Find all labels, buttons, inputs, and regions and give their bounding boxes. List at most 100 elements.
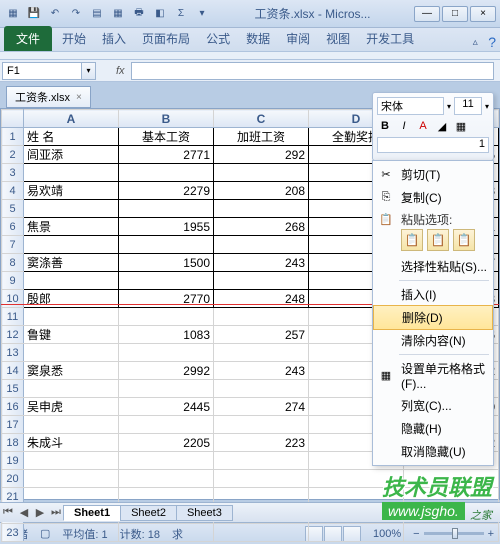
row-header[interactable]: 14 [2, 362, 24, 380]
cell[interactable]: 243 [214, 254, 309, 272]
menu-clear[interactable]: 清除内容(N) [373, 329, 493, 352]
cell[interactable] [24, 416, 119, 434]
menu-format-cells[interactable]: ▦ 设置单元格格式(F)... [373, 357, 493, 394]
sheet-nav-next-icon[interactable]: ▶ [32, 506, 48, 519]
cell[interactable] [119, 272, 214, 290]
cell[interactable] [119, 380, 214, 398]
help-icon[interactable]: ? [488, 34, 496, 50]
cell[interactable]: 焦景 [24, 218, 119, 236]
qat-btn[interactable]: ▦ [109, 5, 127, 23]
fill-color-icon[interactable]: ◢ [434, 118, 450, 134]
cell[interactable]: 闾亚添 [24, 146, 119, 164]
row-header[interactable]: 16 [2, 398, 24, 416]
cell[interactable]: 窦涤善 [24, 254, 119, 272]
cell[interactable]: 274 [214, 398, 309, 416]
cell[interactable]: 257 [214, 326, 309, 344]
font-size-select[interactable]: 11 [454, 97, 482, 115]
column-header[interactable]: C [214, 110, 309, 128]
qat-btn[interactable]: Σ [172, 5, 190, 23]
sheet-nav-last-icon[interactable]: ⏭ [48, 506, 64, 519]
paste-option-1[interactable]: 📋 [401, 229, 423, 251]
save-icon[interactable]: 💾 [25, 5, 43, 23]
row-header[interactable]: 15 [2, 380, 24, 398]
cell[interactable] [119, 344, 214, 362]
file-tab[interactable]: 文件 [4, 26, 52, 51]
menu-unhide[interactable]: 取消隐藏(U) [373, 440, 493, 463]
row-header[interactable]: 8 [2, 254, 24, 272]
cell[interactable]: 2279 [119, 182, 214, 200]
cell[interactable]: 2771 [119, 146, 214, 164]
cell[interactable] [119, 452, 214, 470]
sheet-tab-2[interactable]: Sheet2 [120, 505, 177, 521]
cell[interactable] [119, 164, 214, 182]
menu-insert[interactable]: 插入(I) [373, 283, 493, 306]
ribbon-minimize-icon[interactable]: ▵ [466, 33, 484, 51]
row-header[interactable]: 17 [2, 416, 24, 434]
cell[interactable] [119, 416, 214, 434]
cell[interactable]: 1955 [119, 218, 214, 236]
menu-paste-special[interactable]: 选择性粘贴(S)... [373, 255, 493, 278]
paste-option-2[interactable]: 📋 [427, 229, 449, 251]
row-header[interactable]: 18 [2, 434, 24, 452]
cell[interactable]: 1083 [119, 326, 214, 344]
cell[interactable]: 2992 [119, 362, 214, 380]
cell[interactable] [214, 200, 309, 218]
maximize-button[interactable]: □ [442, 6, 468, 22]
cell[interactable] [119, 200, 214, 218]
font-color-icon[interactable]: A [415, 118, 431, 134]
cell[interactable] [24, 524, 119, 542]
cell[interactable]: 姓 名 [24, 128, 119, 146]
cell[interactable]: 208 [214, 182, 309, 200]
row-header[interactable]: 23 [2, 524, 24, 542]
paste-option-3[interactable]: 📋 [453, 229, 475, 251]
cell[interactable] [214, 272, 309, 290]
cell[interactable] [214, 416, 309, 434]
row-header[interactable]: 1 [2, 128, 24, 146]
italic-button[interactable]: I [396, 118, 412, 134]
cell[interactable]: 2205 [119, 434, 214, 452]
tab-formulas[interactable]: 公式 [198, 26, 238, 51]
cell[interactable] [24, 344, 119, 362]
cell[interactable] [24, 164, 119, 182]
cell[interactable]: 加班工资 [214, 128, 309, 146]
row-header[interactable]: 5 [2, 200, 24, 218]
close-button[interactable]: × [470, 6, 496, 22]
cell[interactable] [214, 164, 309, 182]
sheet-tab-3[interactable]: Sheet3 [176, 505, 233, 521]
name-box-dropdown[interactable]: ▾ [82, 62, 96, 80]
cell[interactable]: 223 [214, 434, 309, 452]
cell[interactable] [214, 308, 309, 326]
row-header[interactable]: 4 [2, 182, 24, 200]
workbook-tab[interactable]: 工资条.xlsx × [6, 86, 91, 108]
chevron-down-icon[interactable]: ▾ [447, 102, 451, 111]
column-header[interactable]: A [24, 110, 119, 128]
cell[interactable]: 窦泉悉 [24, 362, 119, 380]
minimize-button[interactable]: — [414, 6, 440, 22]
cell[interactable]: 2445 [119, 398, 214, 416]
cell[interactable]: 292 [214, 146, 309, 164]
cell[interactable] [214, 380, 309, 398]
tab-insert[interactable]: 插入 [94, 26, 134, 51]
cell[interactable]: 268 [214, 218, 309, 236]
cell[interactable] [119, 470, 214, 488]
row-header[interactable]: 3 [2, 164, 24, 182]
row-header[interactable]: 20 [2, 470, 24, 488]
tab-review[interactable]: 审阅 [278, 26, 318, 51]
row-header[interactable]: 7 [2, 236, 24, 254]
sheet-nav-first-icon[interactable]: ⏮ [0, 506, 16, 519]
bold-button[interactable]: B [377, 118, 393, 134]
font-family-select[interactable]: 宋体 [377, 97, 444, 115]
excel-icon[interactable]: ▦ [4, 5, 22, 23]
cell[interactable]: 243 [214, 362, 309, 380]
cell[interactable] [24, 452, 119, 470]
redo-icon[interactable]: ↷ [67, 5, 85, 23]
tab-data[interactable]: 数据 [238, 26, 278, 51]
row-header[interactable]: 12 [2, 326, 24, 344]
row-header[interactable]: 11 [2, 308, 24, 326]
row-header[interactable]: 19 [2, 452, 24, 470]
tab-page-layout[interactable]: 页面布局 [134, 26, 198, 51]
cell[interactable] [214, 470, 309, 488]
name-box[interactable]: F1 [2, 62, 82, 80]
cell[interactable] [24, 272, 119, 290]
menu-cut[interactable]: ✂ 剪切(T) [373, 163, 493, 186]
